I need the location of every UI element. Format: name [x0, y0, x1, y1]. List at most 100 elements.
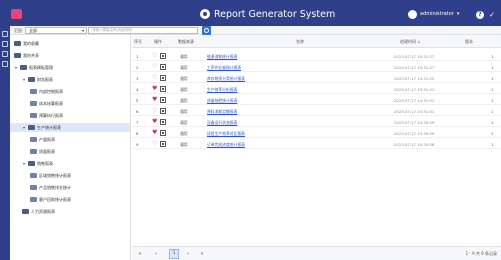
table-row[interactable]: 3 ♡ 通用 库存物资分类统计报表 2023-07-17 15:31:22 1	[132, 74, 501, 83]
tree-item[interactable]: ▾ 报表模板管理	[10, 63, 130, 72]
tree-item[interactable]: ▾ 财务报表	[10, 75, 130, 84]
col-header-type[interactable]: 数据来源	[178, 39, 194, 45]
scope-label: 范围	[14, 28, 22, 33]
favorite-filled-icon[interactable]: ♥	[152, 119, 158, 125]
col-header-num[interactable]: 序号	[134, 39, 142, 45]
table-row[interactable]: 6 ♡ 通用 原料消耗定额报表 2023-07-17 15:31:01 1	[132, 107, 501, 116]
prev-page-button[interactable]: ‹	[152, 250, 160, 258]
table-row[interactable]: 7 ♥ 通用 设备运行状态报表 2023-07-17 15:30:59 1	[132, 118, 501, 127]
report-name-link[interactable]: 质量抽检统计报表	[207, 98, 237, 104]
tree-item[interactable]: 质量报表	[10, 147, 130, 156]
favorite-filled-icon[interactable]: ♥	[152, 97, 158, 103]
table-row[interactable]: 4 ♥ 通用 生产效率分析报表 2023-07-17 15:31:21 1	[132, 85, 501, 94]
report-name-link[interactable]: 订单完成进度统计报表	[207, 142, 245, 148]
favorite-filled-icon[interactable]: ♥	[152, 86, 158, 92]
current-page[interactable]: 1	[169, 249, 179, 259]
favorite-outline-icon[interactable]: ♡	[152, 53, 158, 59]
help-icon[interactable]: ?	[476, 11, 484, 19]
report-icon[interactable]	[2, 41, 8, 47]
report-name-link[interactable]: 设备运行状态报表	[207, 120, 237, 126]
tree-item-label: 内部控制报表	[39, 89, 63, 94]
report-name-link[interactable]: 班组生产效率对比报表	[207, 131, 245, 137]
tree-item[interactable]: 成本核算报表	[10, 99, 130, 108]
search-input[interactable]: 请输入模板名称/功能说明	[88, 27, 198, 34]
scope-select[interactable]: 全部 ▾	[25, 27, 87, 34]
table-row[interactable]: 9 ♡ 通用 订单完成进度统计报表 2023-07-17 15:30:58 1	[132, 140, 501, 149]
expand-chevron-icon[interactable]: ▾	[14, 63, 18, 72]
folder-icon	[30, 101, 37, 106]
expand-chevron-icon[interactable]: ▾	[22, 159, 26, 168]
row-number: 3	[136, 76, 139, 81]
document-icon[interactable]	[160, 119, 166, 125]
app-logo-icon	[11, 9, 22, 19]
pagination: « ‹ 1 › » 1 - 9 共 9 条记录	[132, 246, 501, 260]
folder-icon	[30, 137, 37, 142]
tree-item[interactable]: 客户回款统计报表	[10, 195, 130, 204]
col-header-actions: 操作	[154, 39, 162, 44]
user-icon	[408, 9, 417, 19]
report-name-link[interactable]: 生产效率分析报表	[207, 87, 237, 93]
document-icon[interactable]	[160, 75, 166, 81]
tree-item[interactable]: 我的收藏	[10, 39, 130, 48]
pin-icon[interactable]: ✓	[489, 10, 497, 20]
table-row[interactable]: 8 ♥ 通用 班组生产效率对比报表 2023-07-17 15:30:59 1	[132, 129, 501, 138]
document-icon[interactable]	[160, 86, 166, 92]
table-row[interactable]: 5 ♥ 通用 质量抽检统计报表 2023-07-17 15:31:01 1	[132, 96, 501, 105]
settings-icon[interactable]	[2, 51, 8, 57]
row-version: 1	[491, 65, 494, 70]
user-menu[interactable]: administrator ▾	[408, 8, 459, 20]
tree-item-label: 我的收藏	[23, 41, 39, 46]
next-page-button[interactable]: ›	[184, 250, 192, 258]
table-row[interactable]: 1 ♡ 通用 能源消耗统计报表 2023-07-17 15:31:27 1	[132, 52, 501, 61]
col-header-note[interactable]: 版本	[465, 39, 473, 45]
row-number: 1	[136, 54, 139, 59]
tree-item-label: 产量报表	[39, 137, 55, 142]
folder-icon	[22, 209, 29, 214]
favorite-outline-icon[interactable]: ♡	[152, 75, 158, 81]
tree-item[interactable]: 内部控制报表	[10, 87, 130, 96]
tree-item[interactable]: 我的共享	[10, 51, 130, 60]
col-header-updated[interactable]: 创建时间 ↓	[400, 39, 421, 45]
tree-item[interactable]: ▾ 销售报表	[10, 159, 130, 168]
report-name-link[interactable]: 原料消耗定额报表	[207, 109, 237, 115]
tree-item-label: 报表模板管理	[29, 65, 53, 70]
row-updated: 2023-07-17 15:31:01	[394, 98, 435, 103]
report-name-link[interactable]: 库存物资分类统计报表	[207, 76, 245, 82]
document-icon[interactable]	[160, 64, 166, 70]
app-title-text: Report Generator System	[214, 8, 336, 20]
first-page-button[interactable]: «	[136, 250, 144, 258]
report-name-link[interactable]: 能源消耗统计报表	[207, 54, 237, 60]
list-icon[interactable]	[2, 61, 8, 67]
folder-icon	[30, 149, 37, 154]
table-row[interactable]: 2 ♡ 通用 工序作业量统计报表 2023-07-17 15:31:27 1	[132, 63, 501, 72]
tree-item[interactable]: ▾ 生产统计报表	[10, 123, 130, 132]
favorite-filled-icon[interactable]: ♥	[152, 130, 158, 136]
folder-icon	[28, 161, 35, 166]
tree-item[interactable]: 产品销售排名统计	[10, 183, 130, 192]
col-header-name[interactable]: 名称	[296, 39, 304, 45]
document-icon[interactable]	[160, 53, 166, 59]
folder-icon	[14, 41, 21, 46]
last-page-button[interactable]: »	[198, 250, 206, 258]
row-version: 1	[491, 76, 494, 81]
document-icon[interactable]	[160, 130, 166, 136]
home-icon[interactable]	[2, 31, 8, 37]
expand-chevron-icon[interactable]: ▾	[22, 123, 26, 132]
expand-chevron-icon[interactable]: ▾	[22, 75, 26, 84]
document-icon[interactable]	[160, 141, 166, 147]
chevron-down-icon: ▾	[81, 28, 84, 33]
document-icon[interactable]	[160, 108, 166, 114]
tree-item[interactable]: 预算执行报表	[10, 111, 130, 120]
favorite-outline-icon[interactable]: ♡	[152, 64, 158, 70]
tree-item[interactable]: 区域销售统计报表	[10, 171, 130, 180]
report-name-link[interactable]: 工序作业量统计报表	[207, 65, 241, 71]
tree-item-label: 生产统计报表	[37, 125, 61, 130]
search-button[interactable]	[202, 26, 211, 35]
table-header: 序号 操作 数据来源 名称 创建时间 ↓ 版本	[132, 35, 501, 48]
row-updated: 2023-07-17 15:31:27	[394, 65, 435, 70]
tree-item[interactable]: 产量报表	[10, 135, 130, 144]
tree-item[interactable]: 人力资源报表	[10, 207, 130, 216]
document-icon[interactable]	[160, 97, 166, 103]
favorite-outline-icon[interactable]: ♡	[152, 108, 158, 114]
favorite-outline-icon[interactable]: ♡	[152, 141, 158, 147]
